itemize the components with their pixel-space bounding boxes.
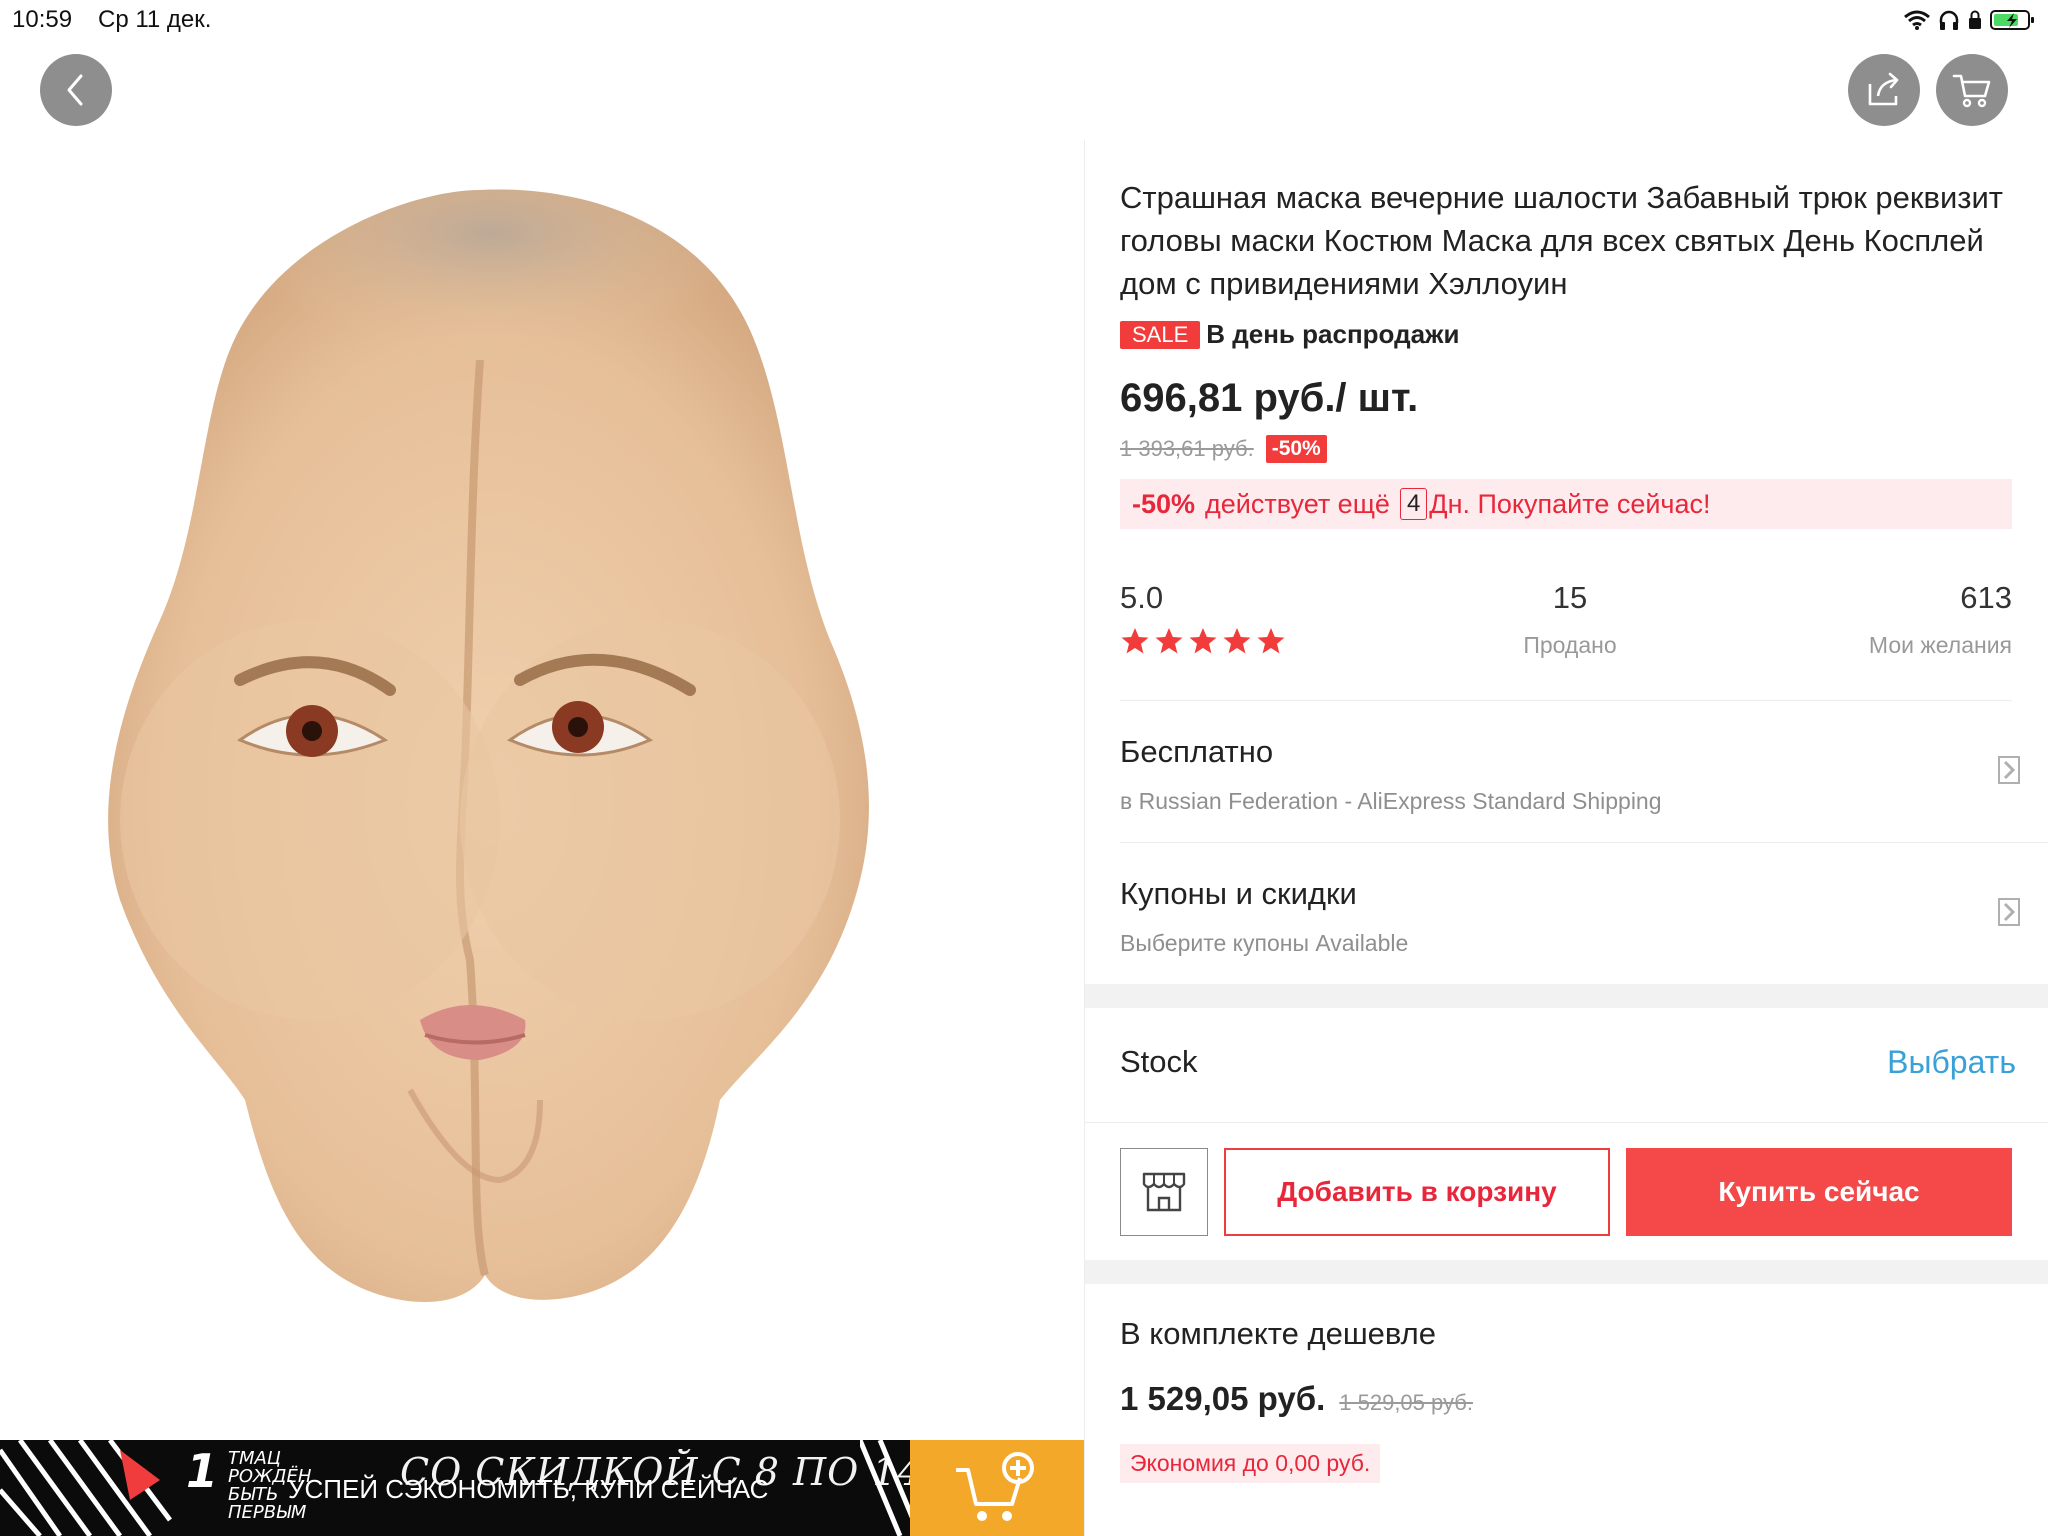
sold-stat: 15 Продано bbox=[1510, 580, 1630, 659]
bundle-old-price: 1 529,05 руб. bbox=[1339, 1390, 1473, 1415]
star-icon bbox=[1155, 628, 1183, 654]
stock-label: Stock bbox=[1120, 1044, 1198, 1079]
lock-rotation-icon bbox=[1969, 10, 1981, 29]
countdown-percent: -50% bbox=[1132, 488, 1196, 519]
shipping-title: Бесплатно bbox=[1120, 734, 1274, 769]
bundle-title: В комплекте дешевле bbox=[1120, 1316, 1437, 1351]
star-icon bbox=[1189, 628, 1217, 654]
battery-icon bbox=[1990, 10, 2034, 30]
star-icon bbox=[1257, 628, 1285, 654]
sale-row: SALE В день распродажи bbox=[1120, 319, 2012, 350]
sale-text: В день распродажи bbox=[1206, 319, 1460, 349]
coupons-subtitle: Выберите купоны Available bbox=[1120, 930, 1409, 956]
sale-badge: SALE bbox=[1120, 320, 1201, 349]
shipping-subtitle: в Russian Federation - AliExpress Standa… bbox=[1120, 788, 1662, 814]
status-time: 10:59 bbox=[12, 6, 73, 33]
add-to-cart-button[interactable]: Добавить в корзину bbox=[1224, 1148, 1610, 1236]
sold-label: Продано bbox=[1523, 632, 1617, 658]
section-separator bbox=[1085, 1260, 2048, 1284]
share-button[interactable] bbox=[1848, 54, 1920, 126]
product-info: Страшная маска вечерние шалости Забавный… bbox=[1120, 176, 2012, 529]
chevron-right-icon bbox=[1998, 898, 2020, 926]
chevron-left-icon bbox=[67, 74, 83, 106]
back-button[interactable] bbox=[40, 54, 112, 126]
divider bbox=[1120, 842, 2048, 843]
divider bbox=[1120, 700, 2012, 701]
product-stats: 5.0 15 Продано 613 Мои желания bbox=[1120, 580, 2012, 680]
countdown-days: 4 bbox=[1399, 488, 1428, 520]
bundle-savings: Экономия до 0,00 руб. bbox=[1120, 1444, 1381, 1483]
wifi-icon bbox=[1904, 10, 1930, 30]
headphones-icon bbox=[1939, 10, 1959, 30]
sold-count: 15 bbox=[1552, 580, 1588, 615]
discount-countdown: -50% действует ещё 4 Дн. Покупайте сейча… bbox=[1120, 479, 2012, 529]
shipping-row[interactable]: Бесплатно в Russian Federation - AliExpr… bbox=[1120, 734, 2048, 842]
stock-select-link[interactable]: Выбрать bbox=[1887, 1044, 2016, 1081]
share-icon bbox=[1868, 72, 1899, 106]
star-icon bbox=[1121, 628, 1149, 654]
status-date: Ср 11 дек. bbox=[98, 6, 212, 33]
buy-now-button[interactable]: Купить сейчас bbox=[1626, 1148, 2012, 1236]
store-button[interactable] bbox=[1120, 1148, 1208, 1236]
product-title: Страшная маска вечерние шалости Забавный… bbox=[1120, 180, 2003, 301]
divider bbox=[1085, 1122, 2048, 1123]
rating-stars[interactable] bbox=[1120, 626, 1286, 656]
star-icon bbox=[1223, 628, 1251, 654]
section-separator bbox=[1085, 984, 2048, 1008]
discount-badge: -50% bbox=[1265, 435, 1327, 463]
coupons-row[interactable]: Купоны и скидки Выберите купоны Availabl… bbox=[1120, 876, 2048, 984]
coupons-title: Купоны и скидки bbox=[1120, 876, 1357, 911]
product-image-gallery[interactable] bbox=[0, 140, 1084, 1440]
cart-button[interactable] bbox=[1936, 54, 2008, 126]
bundle-prices: 1 529,05 руб. 1 529,05 руб. bbox=[1120, 1380, 1473, 1418]
pane-divider bbox=[1084, 140, 1085, 1536]
old-price-row: 1 393,61 руб. -50% bbox=[1120, 435, 2012, 463]
rating-value: 5.0 bbox=[1120, 580, 1164, 615]
promo-banner[interactable]: 1 ТМАЦ РОЖДЁН БЫТЬ ПЕРВЫМ СО СКИДКОЙ С 8… bbox=[0, 1440, 1084, 1536]
status-icons bbox=[1904, 6, 2036, 34]
wishes-label: Мои желания bbox=[1868, 632, 2012, 658]
cart-plus-icon bbox=[956, 1452, 1034, 1521]
countdown-prefix: действует ещё bbox=[1205, 488, 1390, 519]
wishes-count: 613 bbox=[1960, 580, 2012, 615]
promo-cta: УСПЕЙ СЭКОНОМИТЬ, КУПИ СЕЙЧАС bbox=[288, 1474, 769, 1504]
promo-number: 1 bbox=[186, 1444, 219, 1498]
product-image bbox=[108, 189, 869, 1303]
countdown-suffix: Дн. Покупайте сейчас! bbox=[1429, 488, 1711, 519]
wishlist-stat[interactable]: 613 Мои желания bbox=[1869, 580, 2012, 659]
promo-cart-button[interactable] bbox=[910, 1440, 1084, 1536]
bundle-price: 1 529,05 руб. bbox=[1120, 1380, 1326, 1417]
cart-icon bbox=[1952, 74, 1991, 108]
store-icon bbox=[1142, 1172, 1186, 1212]
status-bar: 10:59 Ср 11 дек. bbox=[0, 0, 2048, 40]
chevron-right-icon bbox=[1998, 756, 2020, 784]
product-price: 696,81 руб./ шт. bbox=[1120, 376, 1419, 420]
old-price: 1 393,61 руб. bbox=[1120, 436, 1254, 461]
